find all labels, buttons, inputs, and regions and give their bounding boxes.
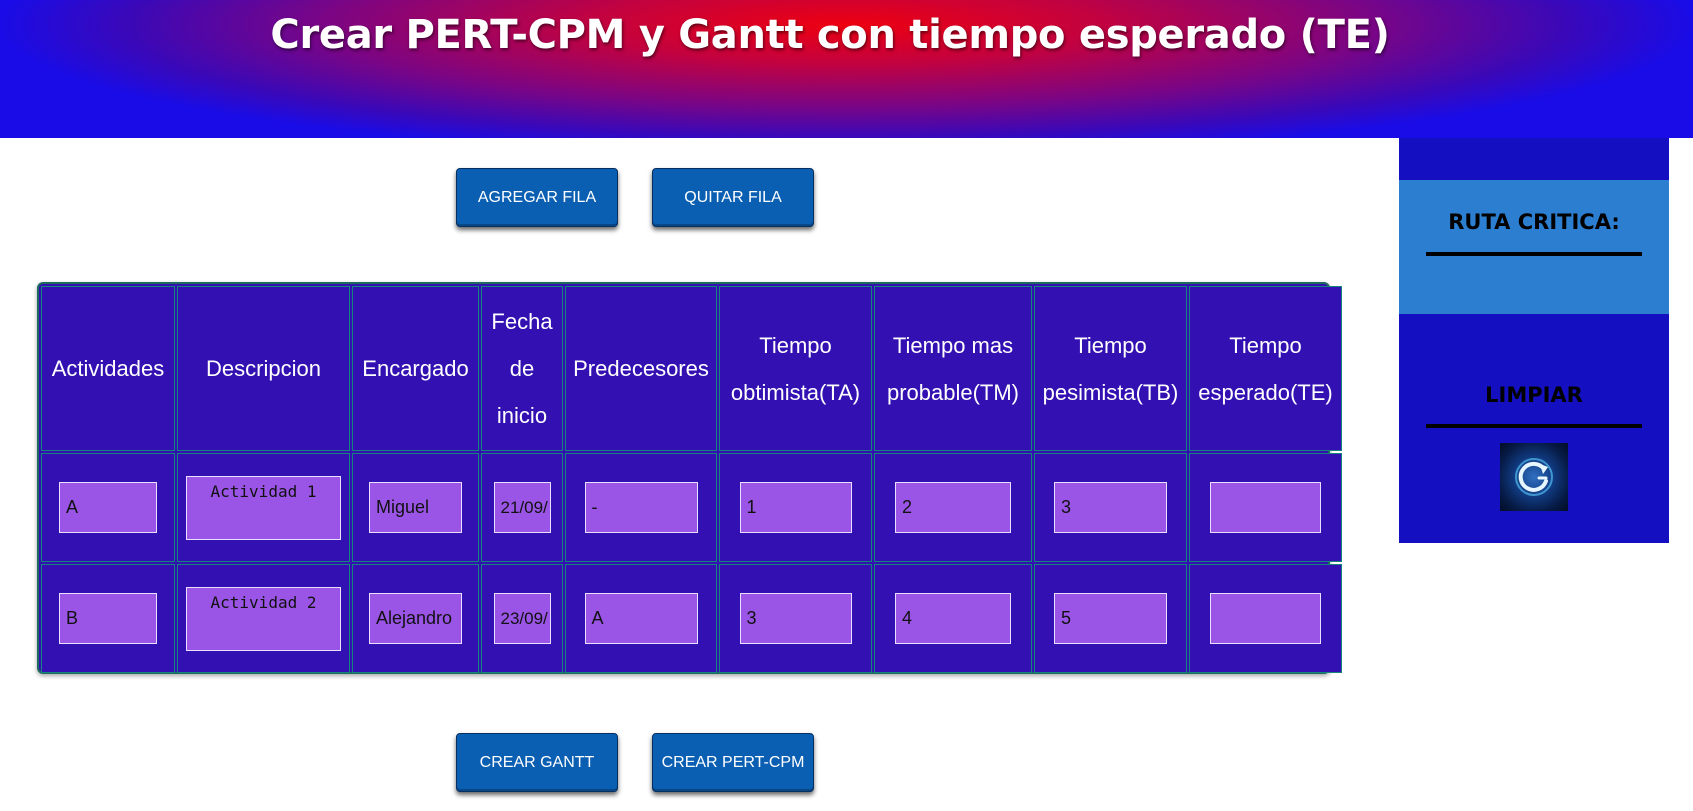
activities-table: Actividades Descripcion Encargado Fecha … <box>37 282 1342 674</box>
ta-input[interactable]: 3 <box>739 593 852 644</box>
column-header: Fecha de inicio <box>481 286 563 451</box>
column-header: Tiempo mas probable(TM) <box>874 286 1032 451</box>
create-pert-cpm-button[interactable]: CREAR PERT-CPM <box>652 733 814 792</box>
encargado-input[interactable]: Alejandro <box>369 593 462 644</box>
critical-path-label: RUTA CRITICA: <box>1448 210 1620 234</box>
te-input[interactable] <box>1210 593 1321 644</box>
fecha-input[interactable]: 23/09/ <box>493 593 551 644</box>
actividad-input[interactable]: B <box>59 593 157 644</box>
column-header: Actividades <box>41 286 175 451</box>
predecesores-input[interactable]: A <box>584 593 698 644</box>
critical-path-divider <box>1426 252 1642 256</box>
table-header-row: Actividades Descripcion Encargado Fecha … <box>41 286 1342 451</box>
column-header: Tiempo pesimista(TB) <box>1034 286 1187 451</box>
refresh-icon <box>1515 458 1553 496</box>
column-header: Encargado <box>352 286 479 451</box>
ta-input[interactable]: 1 <box>739 482 852 533</box>
critical-path-panel <box>1399 180 1669 314</box>
column-header: Predecesores <box>565 286 717 451</box>
column-header: Descripcion <box>177 286 350 451</box>
te-input[interactable] <box>1210 482 1321 533</box>
remove-row-button[interactable]: QUITAR FILA <box>652 168 814 227</box>
column-header: Tiempo obtimista(TA) <box>719 286 872 451</box>
add-row-button[interactable]: AGREGAR FILA <box>456 168 618 227</box>
tm-input[interactable]: 4 <box>895 593 1011 644</box>
clear-label: LIMPIAR <box>1485 383 1583 407</box>
page-title: Crear PERT-CPM y Gantt con tiempo espera… <box>270 12 1390 58</box>
create-gantt-button[interactable]: CREAR GANTT <box>456 733 618 792</box>
encargado-input[interactable]: Miguel <box>369 482 462 533</box>
refresh-logo-icon[interactable] <box>1500 443 1568 511</box>
page-header: Crear PERT-CPM y Gantt con tiempo espera… <box>0 0 1693 138</box>
descripcion-textarea[interactable]: Actividad 1 <box>186 475 341 540</box>
table-row: A Actividad 1 Miguel 21/09/ - 1 2 3 <box>41 453 1342 562</box>
clear-divider <box>1426 424 1642 428</box>
tm-input[interactable]: 2 <box>895 482 1011 533</box>
fecha-input[interactable]: 21/09/ <box>493 482 551 533</box>
sidebar-panel: RUTA CRITICA: LIMPIAR <box>1399 138 1669 543</box>
actividad-input[interactable]: A <box>59 482 157 533</box>
predecesores-input[interactable]: - <box>584 482 698 533</box>
table-row: B Actividad 2 Alejandro 23/09/ A 3 4 5 <box>41 564 1342 673</box>
column-header: Tiempo esperado(TE) <box>1189 286 1342 451</box>
sidebar-top-band <box>1399 138 1669 180</box>
descripcion-textarea[interactable]: Actividad 2 <box>186 586 341 651</box>
tb-input[interactable]: 5 <box>1054 593 1167 644</box>
tb-input[interactable]: 3 <box>1054 482 1167 533</box>
